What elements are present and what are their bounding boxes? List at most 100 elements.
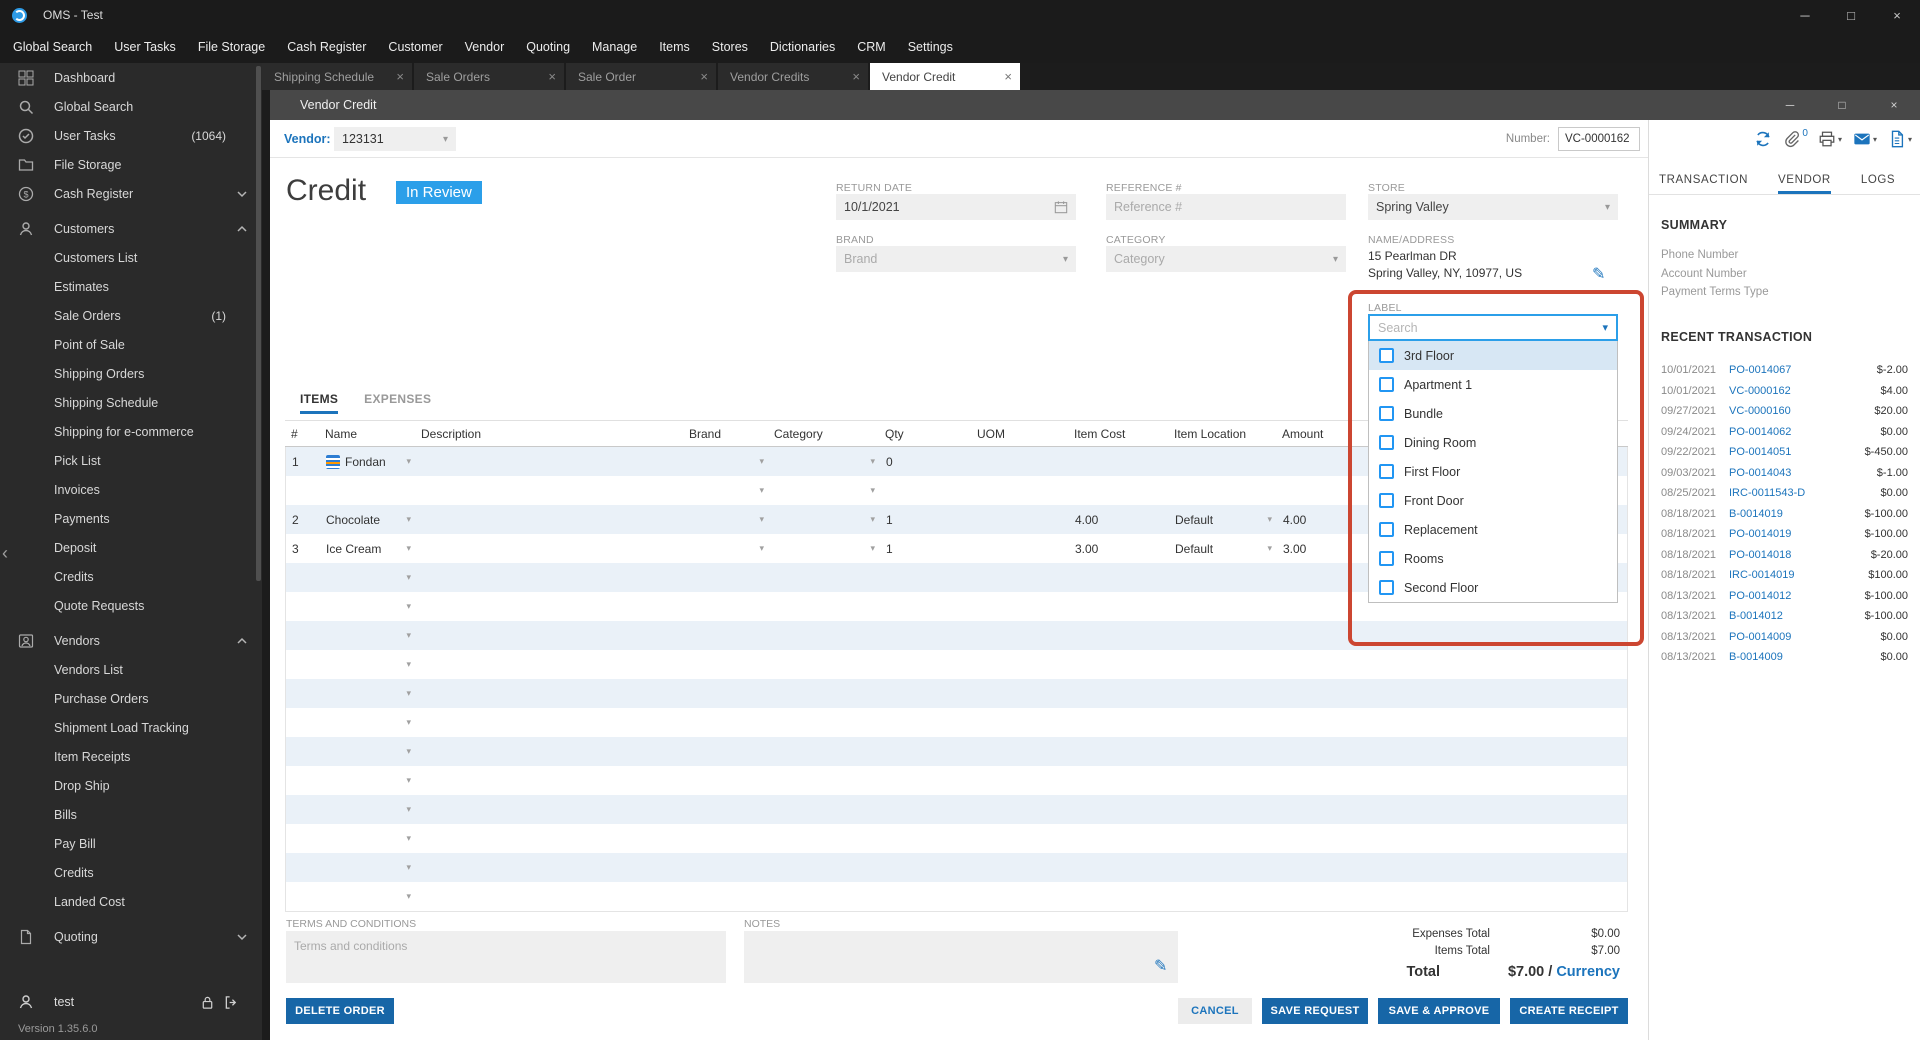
cell-qty[interactable] xyxy=(880,476,972,505)
name-dropdown-icon[interactable]: ▾ xyxy=(406,543,411,554)
cell-category[interactable]: ▾ xyxy=(769,534,880,563)
cell-qty[interactable]: 0 xyxy=(880,447,972,476)
cell-uom[interactable] xyxy=(972,505,1069,534)
sidebar-item[interactable]: Drop Ship xyxy=(0,771,262,800)
create-receipt-button[interactable]: CREATE RECEIPT xyxy=(1510,998,1628,1024)
cell-brand[interactable]: ▾ xyxy=(684,795,769,824)
cell-uom[interactable] xyxy=(972,447,1069,476)
vendor-select[interactable]: 123131 ▾ xyxy=(334,127,456,151)
attachment-icon[interactable]: 0 xyxy=(1783,128,1808,148)
table-row[interactable]: ▾ ▾ ▾ xyxy=(286,737,1627,766)
reference-input[interactable]: Reference # xyxy=(1106,194,1346,220)
name-dropdown-icon[interactable]: ▾ xyxy=(406,804,411,815)
brand-select[interactable]: Brand ▾ xyxy=(836,246,1076,272)
cell-uom[interactable] xyxy=(972,853,1069,882)
cell-description[interactable] xyxy=(416,882,684,911)
menu-item[interactable]: Customer xyxy=(377,30,453,63)
cell-description[interactable] xyxy=(416,505,684,534)
export-document-icon[interactable]: ▾ xyxy=(1888,130,1912,148)
cell-item-location[interactable]: ▾ xyxy=(1169,766,1277,795)
sync-icon[interactable] xyxy=(1754,130,1772,148)
cell-category[interactable]: ▾ xyxy=(769,766,880,795)
panel-tab[interactable]: VENDOR xyxy=(1778,174,1831,194)
table-row[interactable]: ▾ ▾ ▾ xyxy=(286,824,1627,853)
document-tab[interactable]: Sale Orders × xyxy=(414,63,564,90)
cell-category[interactable]: ▾ xyxy=(769,476,880,505)
menu-item[interactable]: User Tasks xyxy=(103,30,187,63)
cell-item-cost[interactable]: 4.00 xyxy=(1069,505,1169,534)
checkbox[interactable] xyxy=(1379,435,1394,450)
cell-category[interactable]: ▾ xyxy=(769,679,880,708)
cell-item-location[interactable]: ▾ xyxy=(1169,708,1277,737)
name-dropdown-icon[interactable]: ▾ xyxy=(406,775,411,786)
store-select[interactable]: Spring Valley ▾ xyxy=(1368,194,1618,220)
sidebar-item[interactable]: Payments xyxy=(0,504,262,533)
cell-brand[interactable]: ▾ xyxy=(684,824,769,853)
cell-uom[interactable] xyxy=(972,563,1069,592)
notes-area[interactable] xyxy=(744,931,1178,983)
menu-item[interactable]: Global Search xyxy=(2,30,103,63)
cell-name[interactable]: ▾ xyxy=(320,592,416,621)
cell-qty[interactable] xyxy=(880,737,972,766)
cell-name[interactable]: Ice Cream ▾ xyxy=(320,534,416,563)
name-dropdown-icon[interactable]: ▾ xyxy=(406,630,411,641)
sidebar-item[interactable]: Dashboard xyxy=(0,63,262,92)
cell-item-cost[interactable] xyxy=(1069,621,1169,650)
cell-description[interactable] xyxy=(416,592,684,621)
cell-item-location[interactable]: ▾ xyxy=(1169,737,1277,766)
table-row[interactable]: ▾ ▾ ▾ xyxy=(286,853,1627,882)
cell-item-location[interactable]: ▾ xyxy=(1169,447,1277,476)
cell-category[interactable]: ▾ xyxy=(769,882,880,911)
sidebar-item[interactable]: Shipment Load Tracking xyxy=(0,713,262,742)
cell-qty[interactable] xyxy=(880,592,972,621)
tab-close-icon[interactable]: × xyxy=(852,69,860,84)
document-tab[interactable]: Vendor Credit × xyxy=(870,63,1020,90)
cell-item-location[interactable]: ▾ xyxy=(1169,476,1277,505)
return-date-field[interactable]: 10/1/2021 xyxy=(836,194,1076,220)
delete-order-button[interactable]: DELETE ORDER xyxy=(286,998,394,1024)
cell-category[interactable]: ▾ xyxy=(769,795,880,824)
location-dropdown-icon[interactable]: ▾ xyxy=(1267,543,1272,554)
tab-close-icon[interactable]: × xyxy=(1004,69,1012,84)
name-dropdown-icon[interactable]: ▾ xyxy=(406,833,411,844)
cell-brand[interactable]: ▾ xyxy=(684,476,769,505)
number-field[interactable]: VC-0000162 xyxy=(1558,127,1640,151)
inner-close-button[interactable]: × xyxy=(1868,90,1920,120)
table-row[interactable]: ▾ ▾ ▾ xyxy=(286,679,1627,708)
cell-description[interactable] xyxy=(416,534,684,563)
cell-qty[interactable] xyxy=(880,795,972,824)
sidebar-item[interactable]: Quoting xyxy=(0,922,262,951)
name-dropdown-icon[interactable]: ▾ xyxy=(406,862,411,873)
cell-category[interactable]: ▾ xyxy=(769,853,880,882)
cell-description[interactable] xyxy=(416,621,684,650)
label-option[interactable]: First Floor xyxy=(1369,457,1617,486)
calendar-icon[interactable] xyxy=(1054,200,1068,214)
cell-brand[interactable]: ▾ xyxy=(684,621,769,650)
cell-qty[interactable] xyxy=(880,882,972,911)
cell-name[interactable]: ▾ xyxy=(320,476,416,505)
cell-uom[interactable] xyxy=(972,592,1069,621)
cell-category[interactable]: ▾ xyxy=(769,563,880,592)
name-dropdown-icon[interactable]: ▾ xyxy=(406,746,411,757)
tab-close-icon[interactable]: × xyxy=(396,69,404,84)
cell-name[interactable]: ▾ xyxy=(320,621,416,650)
brand-dropdown-icon[interactable]: ▾ xyxy=(759,485,764,496)
label-option[interactable]: 3rd Floor xyxy=(1369,341,1617,370)
cell-brand[interactable]: ▾ xyxy=(684,563,769,592)
cell-uom[interactable] xyxy=(972,534,1069,563)
transaction-document-link[interactable]: VC-0000160 xyxy=(1723,405,1874,417)
transaction-document-link[interactable]: B-0014019 xyxy=(1723,508,1865,520)
cell-brand[interactable]: ▾ xyxy=(684,766,769,795)
cell-item-cost[interactable] xyxy=(1069,795,1169,824)
sidebar-item[interactable]: Shipping Schedule xyxy=(0,388,262,417)
cell-item-cost[interactable] xyxy=(1069,476,1169,505)
sidebar-item[interactable]: Sale Orders (1) xyxy=(0,301,262,330)
label-search-input[interactable]: Search ▾ xyxy=(1368,314,1618,341)
transaction-document-link[interactable]: PO-0014018 xyxy=(1723,549,1871,561)
menu-item[interactable]: File Storage xyxy=(187,30,276,63)
table-row[interactable]: ▾ ▾ ▾ xyxy=(286,650,1627,679)
name-dropdown-icon[interactable]: ▾ xyxy=(406,659,411,670)
cell-description[interactable] xyxy=(416,737,684,766)
logout-icon[interactable] xyxy=(224,995,248,1010)
close-button[interactable]: × xyxy=(1874,0,1920,30)
